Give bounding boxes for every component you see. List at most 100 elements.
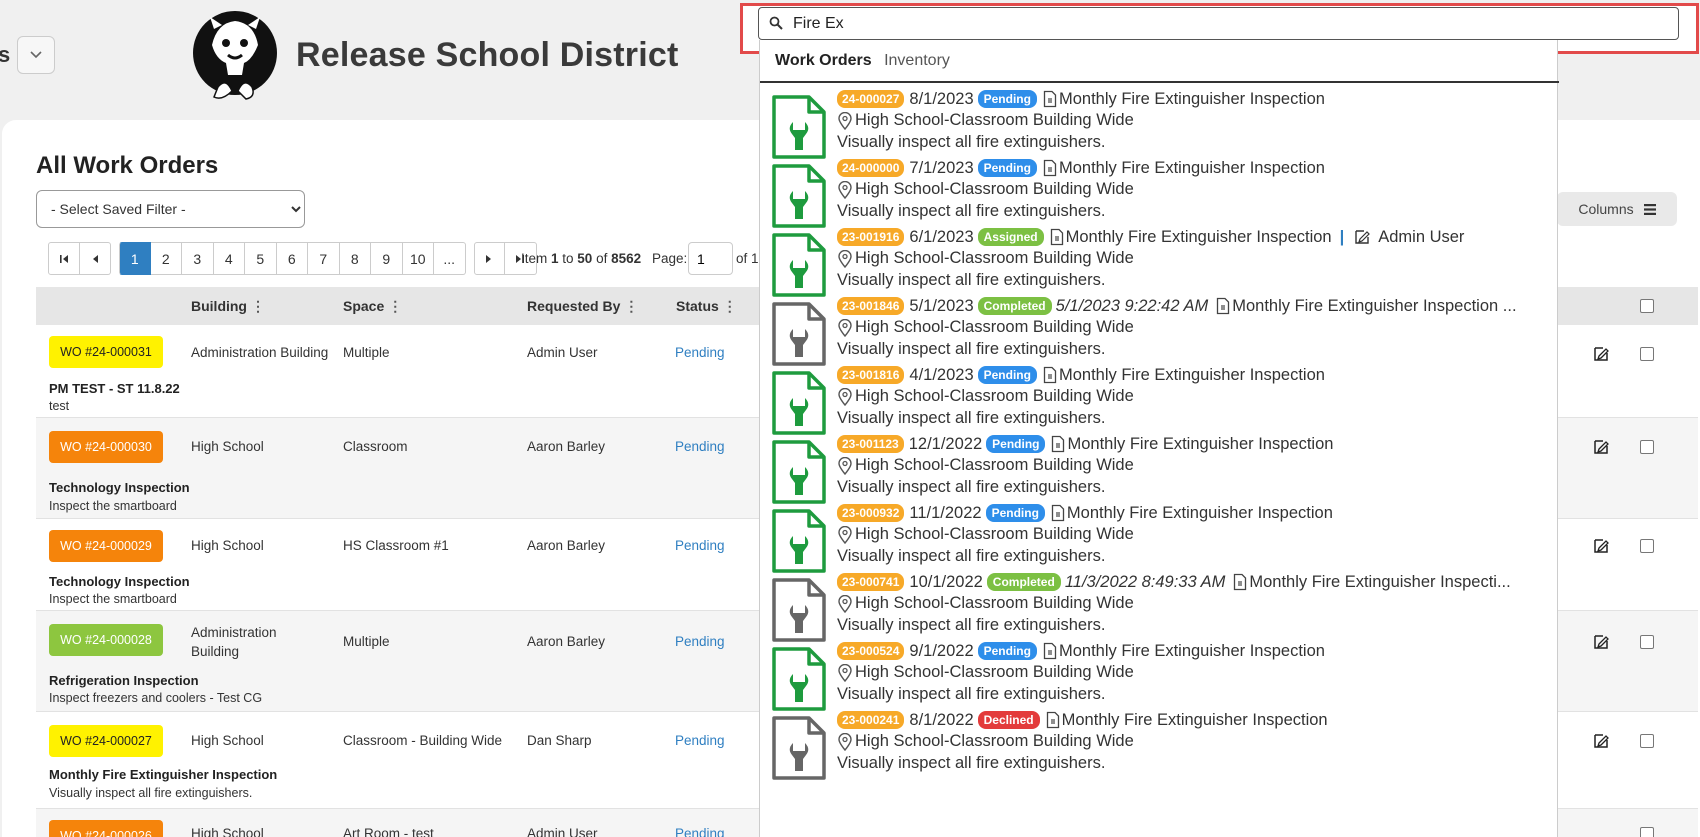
row-title: Technology Inspection: [49, 480, 190, 495]
page-count-label: of 1: [736, 251, 759, 266]
edit-icon[interactable]: [1593, 733, 1609, 749]
result-title: Monthly Fire Extinguisher Inspecti...: [1249, 572, 1511, 591]
prev-page-button[interactable]: [79, 242, 111, 275]
header-requested-by[interactable]: Requested By ⋮: [527, 298, 638, 315]
first-page-button[interactable]: [48, 242, 80, 275]
global-search-box[interactable]: [758, 7, 1679, 40]
search-result-item[interactable]: 23-001123 12/1/2022 Pending Monthly Fire Ex…: [760, 431, 1559, 506]
wo-number-chip: 23-000932: [837, 504, 905, 522]
result-header-line: 23-000932 11/1/2022 Pending Monthly Fire Ex…: [837, 502, 1549, 524]
row-checkbox[interactable]: [1640, 734, 1654, 748]
page-3-button[interactable]: 3: [182, 242, 214, 275]
row-checkbox[interactable]: [1640, 827, 1654, 837]
result-title: Monthly Fire Extinguisher Inspection: [1058, 158, 1325, 177]
search-result-item[interactable]: 23-001916 6/1/2023 Assigned Monthly Fire Ex…: [760, 224, 1559, 299]
edit-icon[interactable]: [1593, 439, 1609, 455]
page-6-button[interactable]: 6: [276, 242, 308, 275]
hamburger-icon: [1643, 203, 1656, 215]
status-link[interactable]: Pending: [675, 824, 725, 837]
edit-icon[interactable]: [1593, 538, 1609, 554]
status-link[interactable]: Pending: [675, 437, 725, 456]
header-space[interactable]: Space ⋮: [343, 298, 402, 315]
status-badge: Pending: [977, 90, 1037, 108]
page-10-button[interactable]: 10: [402, 242, 434, 275]
page-9-button[interactable]: 9: [371, 242, 403, 275]
location-pin-icon: [838, 318, 852, 337]
wo-number-badge[interactable]: WO #24-000030: [49, 431, 163, 463]
column-menu-icon[interactable]: ⋮: [723, 298, 737, 314]
row-checkbox[interactable]: [1640, 440, 1654, 454]
page-5-button[interactable]: 5: [245, 242, 277, 275]
wo-number-chip: 23-000524: [837, 642, 905, 660]
search-result-item[interactable]: 23-001816 4/1/2023 Pending Monthly Fire Ext…: [760, 362, 1559, 437]
tab-inventory[interactable]: Inventory: [884, 52, 950, 69]
edit-icon[interactable]: [1593, 346, 1609, 362]
tab-work-orders[interactable]: Work Orders: [775, 52, 872, 69]
result-date: 8/1/2023: [909, 89, 974, 108]
row-checkbox[interactable]: [1640, 539, 1654, 553]
requested-by-cell: Admin User: [527, 826, 598, 837]
status-badge: Declined: [977, 711, 1040, 729]
status-link[interactable]: Pending: [675, 731, 725, 750]
column-menu-icon[interactable]: ⋮: [251, 298, 265, 314]
page-1-button[interactable]: 1: [119, 242, 151, 275]
wo-number-badge[interactable]: WO #24-000028: [49, 624, 163, 656]
result-location: High School-Classroom Building Wide: [837, 594, 1134, 613]
saved-filter-select[interactable]: - Select Saved Filter -: [36, 190, 305, 228]
wo-number-chip: 23-001816: [837, 366, 905, 384]
result-header-line: 23-000524 9/1/2022 Pending Monthly Fire Ext…: [837, 640, 1549, 662]
search-result-item[interactable]: 24-000027 8/1/2023 Pending Monthly Fire Ext…: [760, 86, 1559, 161]
result-date: 10/1/2022: [909, 572, 983, 591]
pager-gap: [111, 242, 119, 275]
status-link[interactable]: Pending: [675, 343, 725, 362]
search-result-item[interactable]: 24-000000 7/1/2023 Pending Monthly Fire Ext…: [760, 155, 1559, 230]
search-result-item[interactable]: 23-000741 10/1/2022 Completed 11/3/2022 8:4…: [760, 569, 1559, 644]
next-page-button[interactable]: [473, 242, 505, 275]
search-result-item[interactable]: 23-001846 5/1/2023 Completed 5/1/2023 9:22:…: [760, 293, 1559, 368]
header-status[interactable]: Status ⋮: [676, 298, 737, 315]
work-order-mini-icon: [1046, 711, 1059, 729]
building-cell: High School: [191, 733, 264, 748]
search-input[interactable]: [793, 12, 1653, 36]
page-8-button[interactable]: 8: [339, 242, 371, 275]
row-checkbox[interactable]: [1640, 347, 1654, 361]
wo-number-badge[interactable]: WO #24-000029: [49, 530, 163, 562]
wo-number-badge[interactable]: WO #24-000031: [49, 336, 163, 368]
page-7-button[interactable]: 7: [308, 242, 340, 275]
pager-gap: [466, 242, 474, 275]
column-menu-icon[interactable]: ⋮: [388, 298, 402, 314]
work-order-doc-icon: [772, 302, 826, 366]
columns-button[interactable]: Columns: [1557, 192, 1677, 226]
nav-dropdown-button[interactable]: [17, 36, 55, 74]
select-all-checkbox[interactable]: [1640, 299, 1654, 313]
result-date: 5/1/2023: [909, 296, 974, 315]
status-link[interactable]: Pending: [675, 536, 725, 555]
result-header-line: 24-000000 7/1/2023 Pending Monthly Fire Ext…: [837, 157, 1549, 179]
page-4-button[interactable]: 4: [213, 242, 245, 275]
header-building[interactable]: Building ⋮: [191, 298, 265, 315]
row-checkbox[interactable]: [1640, 635, 1654, 649]
work-order-mini-icon: [1043, 642, 1057, 660]
result-title: Monthly Fire Extinguisher Inspection: [1058, 89, 1325, 108]
wo-number-badge[interactable]: WO #24-000027: [49, 725, 163, 757]
row-description: Inspect the smartboard: [49, 499, 177, 513]
location-pin-icon: [838, 111, 852, 130]
page-number-input[interactable]: [688, 242, 733, 275]
search-result-item[interactable]: 23-000241 8/1/2022 Declined Monthly Fire Ex…: [760, 707, 1559, 782]
result-header-line: 23-001816 4/1/2023 Pending Monthly Fire Ext…: [837, 364, 1549, 386]
district-logo[interactable]: [192, 5, 278, 105]
search-result-item[interactable]: 23-000524 9/1/2022 Pending Monthly Fire Ext…: [760, 638, 1559, 713]
wo-number-badge[interactable]: WO #24-000026: [49, 820, 163, 837]
edit-icon[interactable]: [1593, 634, 1609, 650]
status-badge: Pending: [985, 504, 1045, 522]
result-description: Visually inspect all fire extinguishers.: [837, 616, 1106, 634]
search-result-item[interactable]: 23-000932 11/1/2022 Pending Monthly Fire Ex…: [760, 500, 1559, 575]
status-link[interactable]: Pending: [675, 632, 725, 651]
search-icon: [769, 16, 783, 30]
result-description: Visually inspect all fire extinguishers.: [837, 202, 1106, 220]
result-header-line: 24-000027 8/1/2023 Pending Monthly Fire Ext…: [837, 88, 1549, 110]
page-2-button[interactable]: 2: [150, 242, 182, 275]
result-location: High School-Classroom Building Wide: [837, 456, 1134, 475]
column-menu-icon[interactable]: ⋮: [624, 298, 638, 314]
ellipsis-button[interactable]: ...: [434, 242, 466, 275]
